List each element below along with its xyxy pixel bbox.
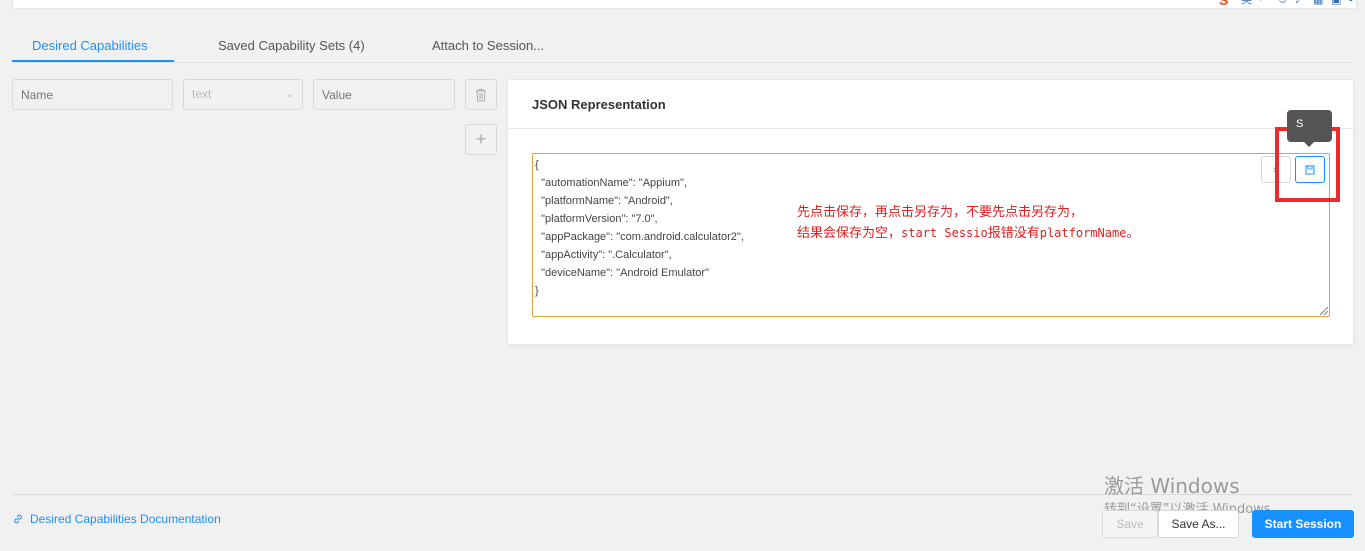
resize-handle[interactable]: [1320, 307, 1328, 315]
card-header: JSON Representation: [508, 80, 1353, 129]
system-tray-icons: S 英 · ☺ ♪ ▦ ▣ ▪: [1219, 0, 1361, 7]
save-button[interactable]: Save: [1102, 510, 1158, 538]
active-tab-indicator: [12, 60, 174, 62]
punctuation-icon[interactable]: ·: [1259, 0, 1271, 6]
ime-mode-icon[interactable]: 英: [1241, 0, 1253, 6]
link-icon: [14, 514, 22, 524]
emoji-icon[interactable]: ☺: [1277, 0, 1289, 6]
sogou-ime-icon[interactable]: S: [1219, 0, 1235, 7]
top-toolbar-strip: [12, 0, 1357, 9]
json-line: }: [535, 285, 539, 297]
doc-link-label: Desired Capabilities Documentation: [30, 512, 221, 526]
keyboard-icon[interactable]: ▦: [1313, 0, 1325, 6]
plus-icon: +: [475, 129, 487, 149]
start-session-button[interactable]: Start Session: [1252, 510, 1354, 538]
tab-desired-capabilities[interactable]: Desired Capabilities: [32, 38, 148, 53]
tab-attach-to-session[interactable]: Attach to Session...: [432, 38, 544, 53]
microphone-icon[interactable]: ♪: [1295, 0, 1307, 6]
annotation-code: platformName: [1039, 226, 1127, 240]
save-as-button[interactable]: Save As...: [1158, 510, 1239, 538]
toolbox-icon[interactable]: ▪: [1349, 0, 1361, 6]
trash-icon: [476, 88, 486, 101]
tooltip-arrow: [1304, 142, 1314, 147]
session-tabs: Desired Capabilities Saved Capability Se…: [12, 28, 1353, 63]
json-line: "automationName": "Appium",: [535, 177, 687, 189]
capability-type-select[interactable]: text ⌄: [183, 79, 303, 110]
annotation-line-2: 结果会保存为空，start Sessio报错没有platformName。: [797, 223, 1139, 244]
annotation-text: 。: [1126, 226, 1140, 241]
capability-type-value: text: [192, 87, 212, 101]
delete-capability-button[interactable]: [465, 79, 497, 110]
annotation-code: start Sessio: [901, 226, 988, 240]
skin-icon[interactable]: ▣: [1331, 0, 1343, 6]
json-line: "deviceName": "Android Emulator": [535, 267, 709, 279]
annotation-note: 先点击保存，再点击另存为，不要先点击另存为， 结果会保存为空，start Ses…: [797, 203, 1139, 244]
desired-capabilities-doc-link[interactable]: Desired Capabilities Documentation: [12, 512, 221, 526]
annotation-text: 报错没有: [987, 226, 1040, 241]
annotation-line-1: 先点击保存，再点击另存为，不要先点击另存为，: [797, 205, 1084, 220]
annotation-text: 结果会保存为空，: [797, 226, 902, 241]
capability-value-input[interactable]: [313, 79, 455, 110]
add-capability-button[interactable]: +: [465, 124, 497, 155]
json-line: "appActivity": ".Calculator",: [535, 249, 672, 261]
chevron-down-icon: ⌄: [285, 89, 294, 100]
windows-activation-title: 激活 Windows: [1104, 474, 1240, 498]
save-tooltip: S: [1287, 110, 1332, 142]
tab-saved-capability-sets[interactable]: Saved Capability Sets (4): [218, 38, 365, 53]
json-line: {: [535, 159, 539, 171]
capability-name-input[interactable]: [12, 79, 173, 110]
card-title: JSON Representation: [532, 97, 666, 112]
